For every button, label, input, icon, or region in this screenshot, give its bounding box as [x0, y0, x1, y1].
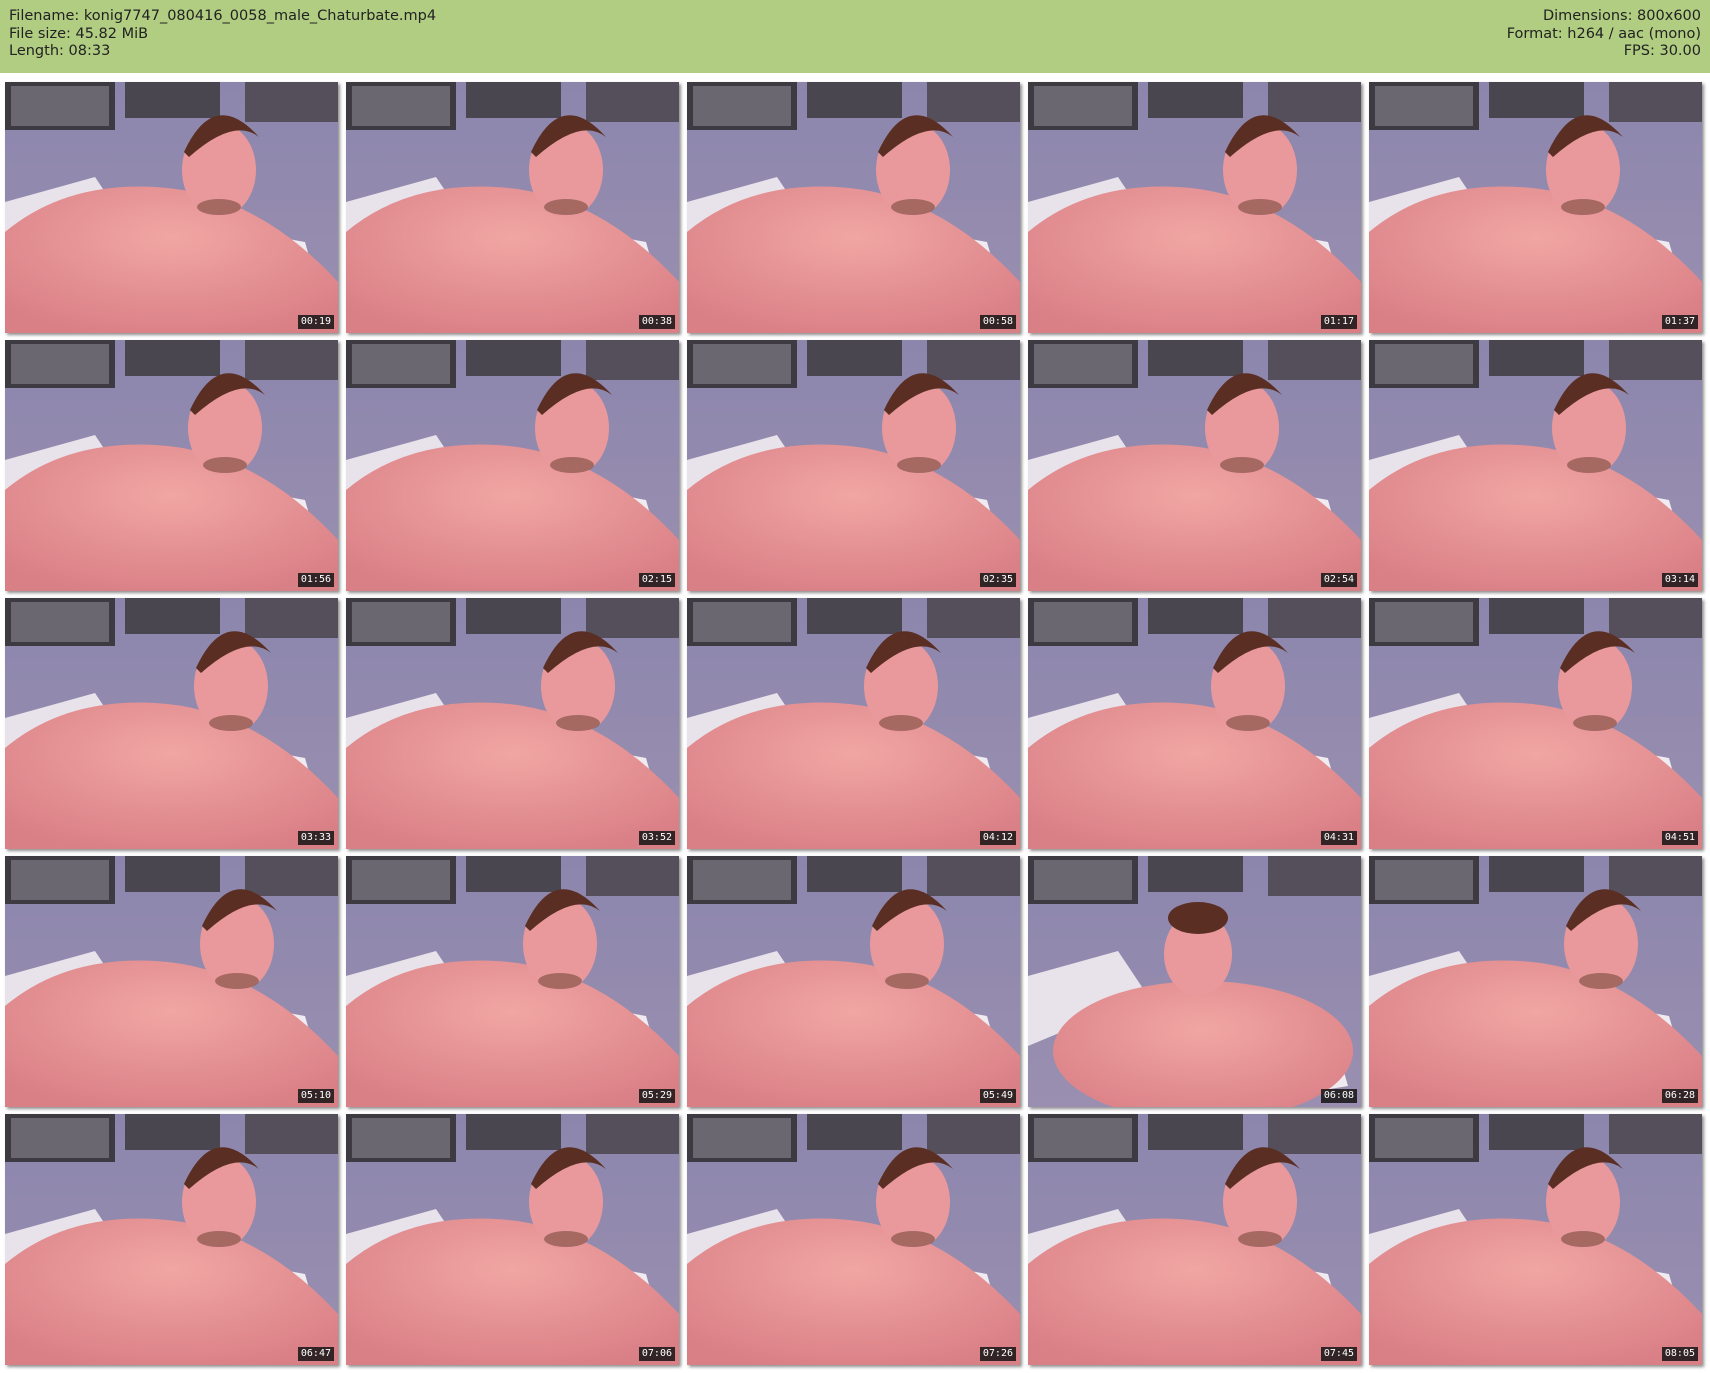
- thumbnail-timestamp: 05:10: [297, 1089, 334, 1103]
- filesize-label: File size: 45.82 MiB: [9, 25, 149, 42]
- video-thumbnail: 00:58: [687, 82, 1020, 333]
- video-frame-image: [1369, 82, 1702, 333]
- video-frame-image: [687, 82, 1020, 333]
- thumbnail-timestamp: 00:38: [638, 315, 675, 329]
- video-frame-image: [5, 598, 338, 849]
- video-thumbnail: 04:51: [1369, 598, 1702, 849]
- length-label: Length: 08:33: [9, 43, 111, 59]
- filename-label: Filename: konig7747_080416_0058_male_Cha…: [9, 8, 437, 24]
- thumbnail-timestamp: 07:06: [638, 1347, 675, 1361]
- video-frame-image: [1369, 856, 1702, 1107]
- video-frame-image: [687, 340, 1020, 591]
- thumbnail-timestamp: 01:56: [297, 573, 334, 587]
- video-thumbnail: 07:26: [687, 1114, 1020, 1365]
- video-thumbnail: 04:31: [1028, 598, 1361, 849]
- fps-label: FPS: 30.00: [1623, 43, 1701, 59]
- video-frame-image: [5, 82, 338, 333]
- thumbnail-timestamp: 02:15: [638, 573, 675, 587]
- format-label: Format: h264 / aac (mono): [1506, 25, 1701, 42]
- video-thumbnail: 06:08: [1028, 856, 1361, 1107]
- thumbnail-timestamp: 04:51: [1661, 831, 1698, 845]
- video-frame-image: [346, 598, 679, 849]
- thumbnail-timestamp: 05:29: [638, 1089, 675, 1103]
- thumbnail-timestamp: 03:52: [638, 831, 675, 845]
- thumbnail-timestamp: 00:58: [979, 315, 1016, 329]
- video-thumbnail: 08:05: [1369, 1114, 1702, 1365]
- thumbnail-timestamp: 06:08: [1320, 1089, 1357, 1103]
- video-frame-image: [5, 1114, 338, 1365]
- video-thumbnail: 00:38: [346, 82, 679, 333]
- video-frame-image: [1369, 1114, 1702, 1365]
- file-info: Filename: konig7747_080416_0058_male_Cha…: [9, 8, 436, 61]
- video-thumbnail: 06:47: [5, 1114, 338, 1365]
- thumbnail-timestamp: 04:12: [979, 831, 1016, 845]
- video-frame-image: [346, 856, 679, 1107]
- video-thumbnail: 03:52: [346, 598, 679, 849]
- thumbnail-timestamp: 06:28: [1661, 1089, 1698, 1103]
- video-thumbnail: 01:37: [1369, 82, 1702, 333]
- video-frame-image: [687, 598, 1020, 849]
- info-header: Filename: konig7747_080416_0058_male_Cha…: [0, 0, 1710, 73]
- video-frame-image: [687, 856, 1020, 1107]
- thumbnail-timestamp: 02:35: [979, 573, 1016, 587]
- video-thumbnail: 02:54: [1028, 340, 1361, 591]
- video-frame-image: [1028, 82, 1361, 333]
- video-frame-image: [1369, 598, 1702, 849]
- video-frame-image: [5, 340, 338, 591]
- video-frame-image: [1028, 856, 1361, 1107]
- thumbnail-timestamp: 02:54: [1320, 573, 1357, 587]
- thumbnail-timestamp: 00:19: [297, 315, 334, 329]
- video-thumbnail: 05:29: [346, 856, 679, 1107]
- thumbnail-timestamp: 01:37: [1661, 315, 1698, 329]
- video-thumbnail: 07:45: [1028, 1114, 1361, 1365]
- dimensions-label: Dimensions: 800x600: [1542, 8, 1701, 24]
- thumbnail-grid: 00:19 00:38 00:58 01:17 01:37 01:56 02:15 02:35…: [5, 82, 1702, 1365]
- thumbnail-timestamp: 08:05: [1661, 1347, 1698, 1361]
- video-thumbnail: 05:10: [5, 856, 338, 1107]
- video-thumbnail: 02:35: [687, 340, 1020, 591]
- thumbnail-timestamp: 04:31: [1320, 831, 1357, 845]
- video-frame-image: [1369, 340, 1702, 591]
- video-thumbnail: 00:19: [5, 82, 338, 333]
- video-info: Dimensions: 800x600 Format: h264 / aac (…: [1507, 8, 1701, 61]
- thumbnail-timestamp: 03:14: [1661, 573, 1698, 587]
- video-thumbnail: 02:15: [346, 340, 679, 591]
- video-frame-image: [5, 856, 338, 1107]
- thumbnail-timestamp: 01:17: [1320, 315, 1357, 329]
- video-frame-image: [346, 82, 679, 333]
- video-thumbnail: 01:56: [5, 340, 338, 591]
- video-frame-image: [687, 1114, 1020, 1365]
- video-thumbnail: 03:33: [5, 598, 338, 849]
- video-thumbnail: 01:17: [1028, 82, 1361, 333]
- thumbnail-timestamp: 07:45: [1320, 1347, 1357, 1361]
- thumbnail-timestamp: 05:49: [979, 1089, 1016, 1103]
- video-thumbnail: 06:28: [1369, 856, 1702, 1107]
- video-thumbnail: 03:14: [1369, 340, 1702, 591]
- video-frame-image: [1028, 1114, 1361, 1365]
- video-frame-image: [1028, 598, 1361, 849]
- video-frame-image: [1028, 340, 1361, 591]
- video-thumbnail: 04:12: [687, 598, 1020, 849]
- video-thumbnail: 07:06: [346, 1114, 679, 1365]
- video-thumbnail: 05:49: [687, 856, 1020, 1107]
- thumbnail-timestamp: 03:33: [297, 831, 334, 845]
- thumbnail-timestamp: 06:47: [297, 1347, 334, 1361]
- video-frame-image: [346, 1114, 679, 1365]
- thumbnail-timestamp: 07:26: [979, 1347, 1016, 1361]
- video-frame-image: [346, 340, 679, 591]
